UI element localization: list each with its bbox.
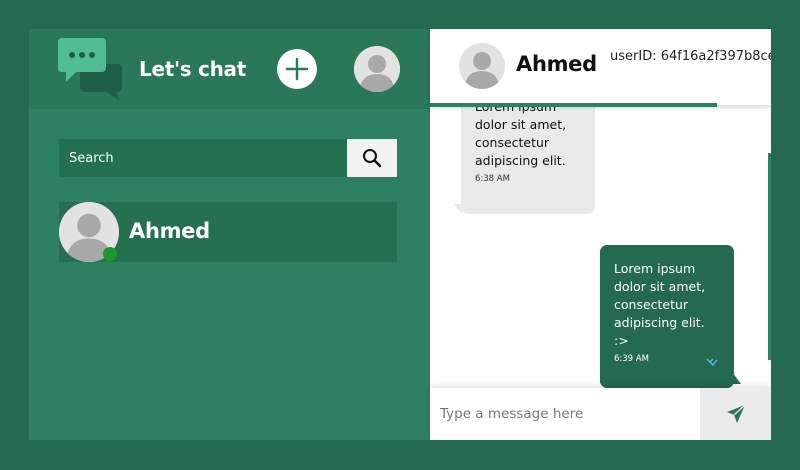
header-accent-bar [430,103,717,107]
chat-logo-icon [58,38,122,100]
outgoing-bubble-tail [732,372,741,384]
my-profile-avatar[interactable] [354,46,400,92]
user-id-label: userID: 64f16a2f397b8ce5dfaf [610,49,771,64]
chat-contact-avatar[interactable] [459,43,505,89]
incoming-bubble-tail [454,204,462,214]
plus-icon [285,57,309,81]
chat-panel: Ahmed userID: 64f16a2f397b8ce5dfaf Lorem… [430,29,771,440]
contact-list-item[interactable]: Ahmed [59,202,397,262]
contact-name: Ahmed [129,219,210,243]
message-text: Lorem ipsum dolor sit amet, consectetur … [614,261,706,348]
send-icon [727,404,746,423]
incoming-message: Lorem ipsum dolor sit amet, consectetur … [461,105,595,214]
send-button[interactable] [700,388,771,440]
user-avatar-icon [459,43,505,89]
search-input[interactable] [59,139,347,177]
sidebar-header: Let's chat [29,29,430,109]
message-composer [430,388,771,440]
chat-app: Let's chat Search Ahmed Ahmed userID: 64… [29,29,771,440]
message-input[interactable] [430,388,700,440]
search-button[interactable] [347,139,397,177]
message-list: Lorem ipsum dolor sit amet, consectetur … [430,105,771,388]
chat-header: Ahmed userID: 64f16a2f397b8ce5dfaf [430,29,771,105]
chat-contact-name: Ahmed [516,52,597,76]
outgoing-message: Lorem ipsum dolor sit amet, consectetur … [600,245,734,388]
online-status-indicator [103,247,117,261]
double-check-icon [706,358,718,367]
user-avatar-icon [354,46,400,92]
new-chat-button[interactable] [277,49,317,89]
message-time: 6:38 AM [475,174,510,184]
message-scrollbar[interactable] [768,153,771,360]
app-title: Let's chat [139,57,247,81]
sidebar: Let's chat Search Ahmed [29,29,430,440]
message-text: Lorem ipsum dolor sit amet, consectetur … [475,105,567,168]
search-icon [363,149,382,168]
